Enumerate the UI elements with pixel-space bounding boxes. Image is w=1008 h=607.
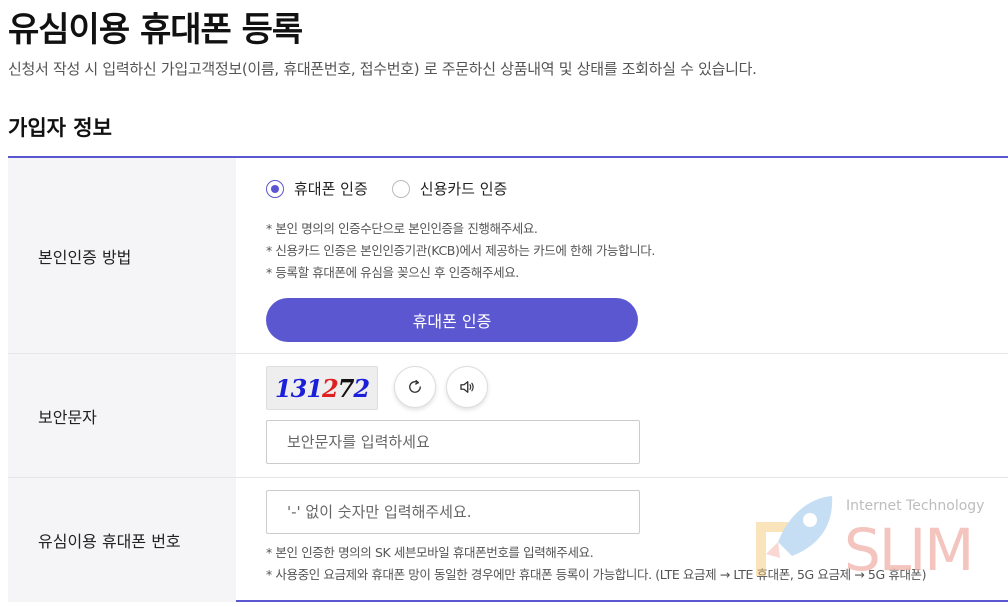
phone-note: * 사용중인 요금제와 휴대폰 망이 동일한 경우에만 휴대폰 등록이 가능합니… — [266, 567, 927, 582]
captcha-refresh-button[interactable] — [394, 366, 436, 408]
subscriber-info-form: 본인인증 방법 휴대폰 인증 신용카드 인증 * 본인 명의의 인증수단으로 본… — [8, 156, 1008, 602]
auth-method-radio-group: 휴대폰 인증 신용카드 인증 — [266, 178, 507, 199]
captcha-content: 131272 — [236, 354, 1008, 477]
phone-number-label: 유심이용 휴대폰 번호 — [8, 478, 236, 602]
captcha-audio-button[interactable] — [446, 366, 488, 408]
radio-card-auth[interactable]: 신용카드 인증 — [391, 178, 508, 199]
captcha-digit: 1 — [306, 373, 323, 403]
captcha-digit: 2 — [353, 373, 370, 403]
refresh-icon — [409, 379, 421, 393]
auth-note: * 신용카드 인증은 본인인증기관(KCB)에서 제공하는 카드에 한해 가능합… — [266, 243, 655, 258]
radio-card-auth-label: 신용카드 인증 — [419, 180, 508, 198]
radio-checked-icon[interactable] — [266, 179, 284, 198]
captcha-digit: 2 — [322, 373, 339, 403]
phone-number-content: * 본인 인증한 명의의 SK 세븐모바일 휴대폰번호를 입력해주세요. * 사… — [236, 478, 1008, 602]
auth-method-label: 본인인증 방법 — [8, 158, 236, 353]
radio-phone-auth[interactable]: 휴대폰 인증 — [266, 178, 368, 199]
phone-number-row: 유심이용 휴대폰 번호 * 본인 인증한 명의의 SK 세븐모바일 휴대폰번호를… — [8, 478, 1008, 602]
auth-method-row: 본인인증 방법 휴대폰 인증 신용카드 인증 * 본인 명의의 인증수단으로 본… — [8, 158, 1008, 354]
speaker-icon — [460, 381, 474, 393]
captcha-digit: 1 — [274, 373, 292, 403]
captcha-row: 보안문자 131272 — [8, 354, 1008, 478]
phone-notes: * 본인 인증한 명의의 SK 세븐모바일 휴대폰번호를 입력해주세요. * 사… — [266, 542, 927, 586]
phone-note: * 본인 인증한 명의의 SK 세븐모바일 휴대폰번호를 입력해주세요. — [266, 545, 594, 560]
phone-auth-button[interactable]: 휴대폰 인증 — [266, 298, 638, 342]
auth-note: * 등록할 휴대폰에 유심을 꽂으신 후 인증해주세요. — [266, 265, 519, 280]
captcha-image: 131272 — [266, 366, 378, 410]
radio-unchecked-icon[interactable] — [391, 179, 410, 198]
captcha-digit: 7 — [337, 373, 355, 403]
auth-method-content: 휴대폰 인증 신용카드 인증 * 본인 명의의 인증수단으로 본인인증을 진행해… — [236, 158, 1008, 353]
captcha-digit: 3 — [290, 373, 308, 403]
page-subtitle: 신청서 작성 시 입력하신 가입고객정보(이름, 휴대폰번호, 접수번호) 로 … — [8, 60, 757, 78]
auth-notes: * 본인 명의의 인증수단으로 본인인증을 진행해주세요. * 신용카드 인증은… — [266, 218, 655, 284]
phone-number-input[interactable] — [266, 490, 640, 534]
auth-note: * 본인 명의의 인증수단으로 본인인증을 진행해주세요. — [266, 221, 538, 236]
section-title: 가입자 정보 — [8, 116, 112, 140]
captcha-label: 보안문자 — [8, 354, 236, 477]
radio-phone-auth-label: 휴대폰 인증 — [294, 180, 368, 198]
page-title: 유심이용 휴대폰 등록 — [8, 10, 303, 50]
captcha-input[interactable] — [266, 420, 640, 464]
